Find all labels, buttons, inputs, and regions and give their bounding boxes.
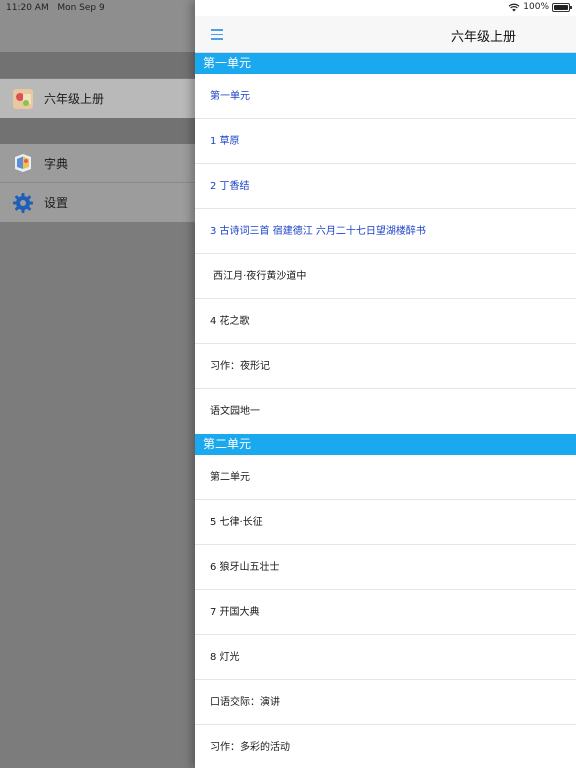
sidebar-item-label: 字典 — [44, 156, 69, 171]
sidebar-separator — [0, 118, 200, 144]
list-item[interactable]: 6 狼牙山五壮士 — [195, 545, 576, 590]
battery-text: 100% — [523, 2, 549, 12]
sidebar-item-label: 设置 — [44, 196, 69, 210]
list-item[interactable]: 西江月·夜行黄沙道中 — [195, 254, 576, 299]
list-item[interactable]: 2 丁香结 — [195, 164, 576, 209]
sidebar: 六年级上册 字典 设置 — [0, 0, 200, 768]
book-cover-icon — [12, 88, 34, 110]
section-header: 第二单元 — [195, 434, 576, 455]
list-item[interactable]: 第一单元 — [195, 74, 576, 119]
sidebar-item-settings[interactable]: 设置 — [0, 183, 200, 222]
date-text: Mon Sep 9 — [57, 3, 105, 13]
status-bar: 11:20 AM Mon Sep 9 100% — [0, 0, 576, 16]
list-item[interactable]: 习作：多彩的活动 — [195, 725, 576, 768]
list-item[interactable]: 5 七律·长征 — [195, 500, 576, 545]
list-item[interactable]: 口语交际：演讲 — [195, 680, 576, 725]
status-time: 11:20 AM Mon Sep 9 — [6, 3, 105, 13]
list-item[interactable]: 8 灯光 — [195, 635, 576, 680]
section-header: 第一单元 — [195, 53, 576, 74]
sidebar-item-dictionary[interactable]: 字典 — [0, 144, 200, 183]
clock-text: 11:20 AM — [6, 3, 49, 13]
nav-bar: 六年级上册 — [195, 16, 576, 53]
status-right: 100% — [508, 2, 572, 12]
sidebar-item-grade6-vol1[interactable]: 六年级上册 — [0, 79, 200, 118]
page-title: 六年级上册 — [450, 30, 516, 45]
dictionary-icon — [12, 152, 34, 174]
list-item[interactable]: 第二单元 — [195, 455, 576, 500]
list-item[interactable]: 7 开国大典 — [195, 590, 576, 635]
list-item[interactable]: 4 花之歌 — [195, 299, 576, 344]
list-item[interactable]: 1 草原 — [195, 119, 576, 164]
list-item[interactable]: 语文园地一 — [195, 389, 576, 434]
list-item[interactable]: 习作：夜形记 — [195, 344, 576, 389]
gear-icon — [12, 192, 34, 214]
list-item[interactable]: 3 古诗词三首 宿建德江 六月二十七日望湖楼醉书 — [195, 209, 576, 254]
wifi-icon — [508, 3, 520, 11]
hamburger-menu-icon[interactable] — [211, 26, 227, 42]
sidebar-item-label: 六年级上册 — [44, 92, 105, 106]
lesson-list: 第一单元 第一单元 1 草原 2 丁香结 3 古诗词三首 宿建德江 六月二十七日… — [195, 53, 576, 768]
sidebar-separator-top — [0, 52, 200, 78]
battery-icon — [552, 2, 572, 12]
main-panel: 六年级上册 第一单元 第一单元 1 草原 2 丁香结 3 古诗词三首 宿建德江 … — [195, 0, 576, 768]
